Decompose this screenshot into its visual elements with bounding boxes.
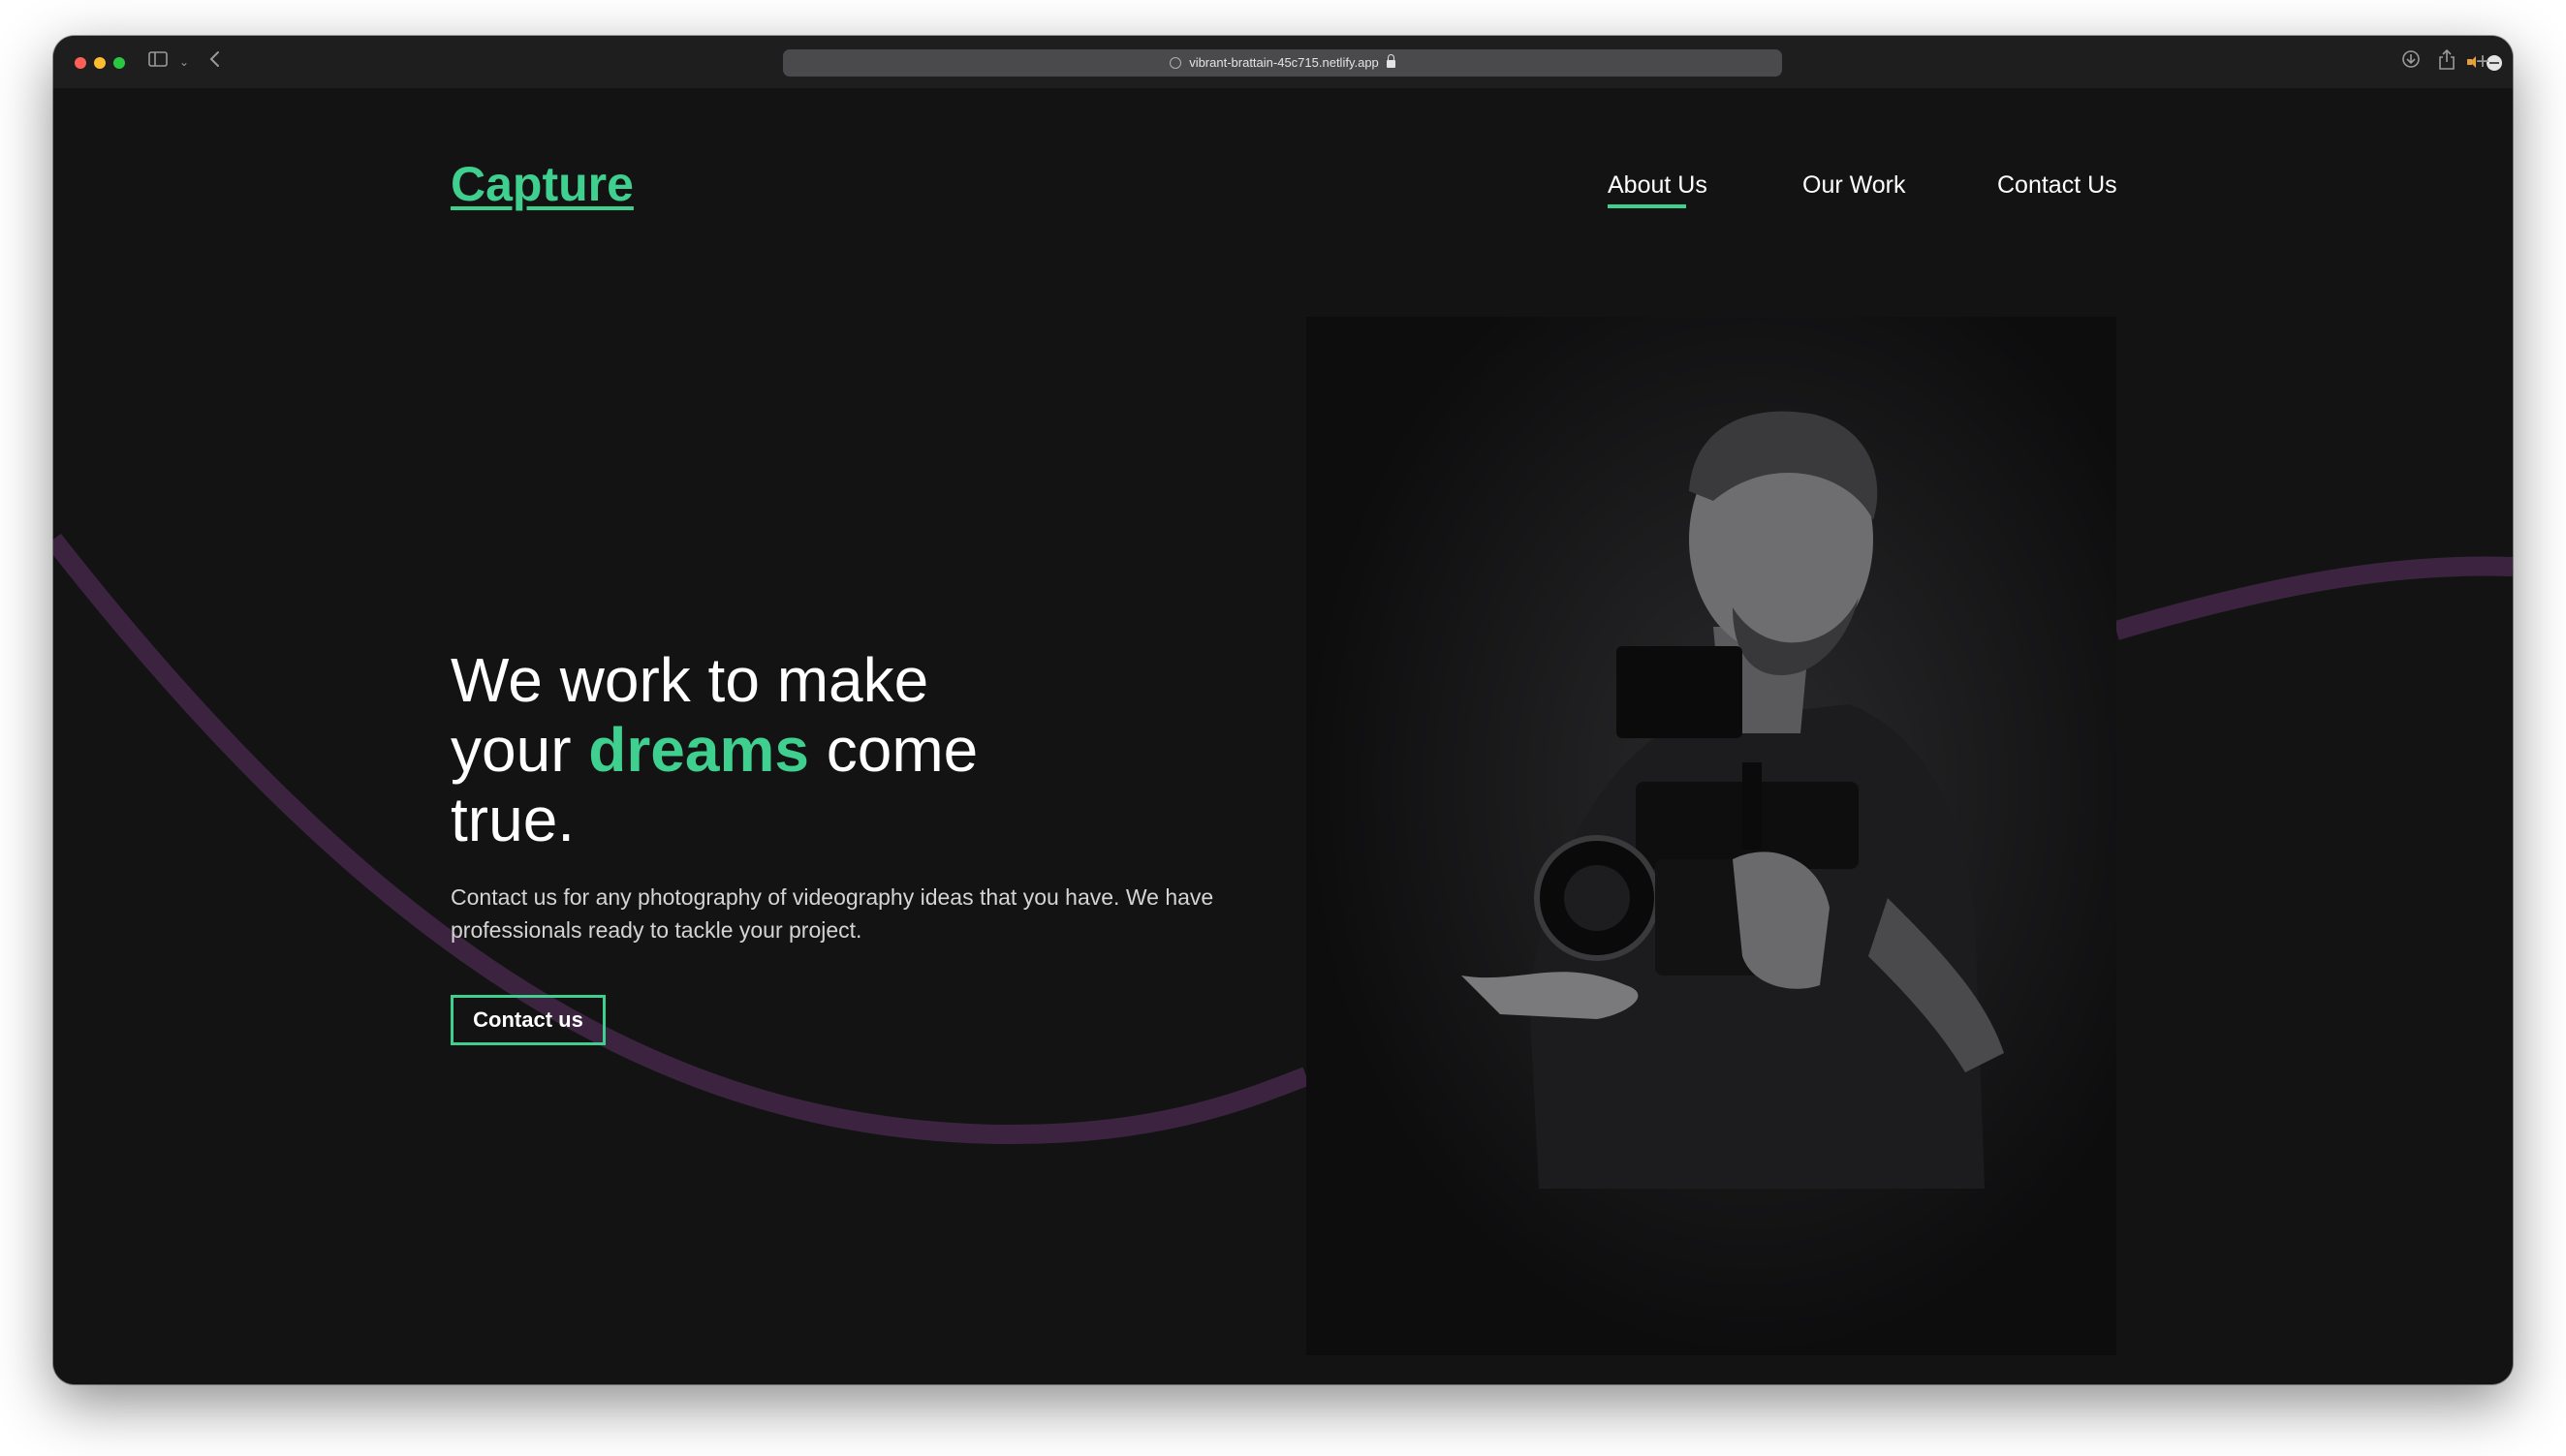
download-icon[interactable] [2401, 49, 2421, 76]
site-logo[interactable]: Capture [451, 156, 634, 212]
webpage: Capture About Us Our Work Contact Us We … [53, 88, 2513, 1384]
browser-window: ⌄ vibrant-brattain-45c715.netlify.app + … [53, 36, 2513, 1384]
decorative-curve [53, 533, 2513, 1145]
sidebar-toggle-icon[interactable] [148, 49, 168, 75]
hero-headline: We work to make your dreams come true. [451, 645, 1051, 854]
zoom-window-button[interactable] [113, 57, 125, 69]
nav-about-us[interactable]: About Us [1608, 171, 1707, 200]
back-arrow-icon[interactable] [208, 49, 222, 76]
url-text: vibrant-brattain-45c715.netlify.app [1189, 55, 1379, 70]
address-bar[interactable]: vibrant-brattain-45c715.netlify.app [783, 49, 2502, 77]
nav-contact-us[interactable]: Contact Us [1997, 171, 2117, 200]
contact-us-button[interactable]: Contact us [451, 995, 606, 1045]
browser-toolbar: ⌄ vibrant-brattain-45c715.netlify.app + [53, 36, 2513, 88]
hero-description: Contact us for any photography of videog… [451, 884, 1214, 943]
close-window-button[interactable] [75, 57, 86, 69]
videographer-photo [1306, 317, 2116, 1355]
lock-icon [1386, 54, 1395, 68]
nav-our-work[interactable]: Our Work [1802, 171, 1906, 200]
minimize-window-button[interactable] [94, 57, 106, 69]
active-nav-indicator [1608, 204, 1686, 208]
chevron-down-icon[interactable]: ⌄ [179, 49, 189, 75]
new-tab-icon[interactable]: + [2476, 49, 2489, 75]
share-icon[interactable] [2438, 48, 2456, 77]
headline-accent: dreams [588, 715, 809, 785]
globe-icon [1170, 57, 1182, 69]
